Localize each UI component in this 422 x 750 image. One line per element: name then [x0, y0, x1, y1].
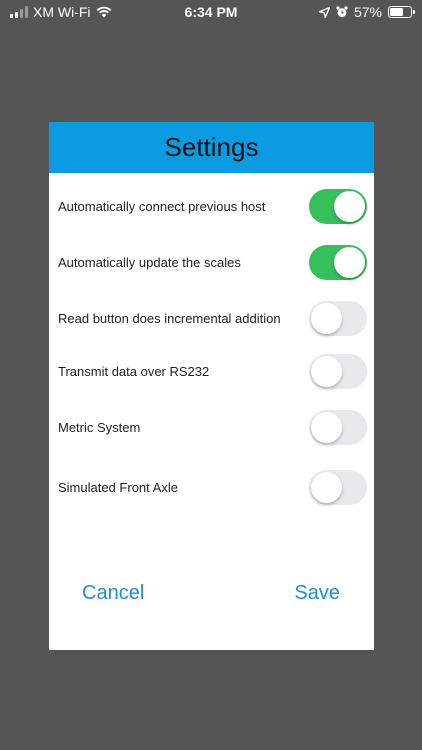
setting-label: Transmit data over RS232 [58, 363, 210, 379]
toggle-knob [311, 302, 342, 334]
setting-row-incremental-addition: Read button does incremental addition [49, 298, 374, 338]
battery-icon [388, 6, 415, 18]
setting-row-auto-update-scales: Automatically update the scales [49, 242, 374, 282]
toggle-knob [334, 190, 365, 222]
toggle-knob [311, 471, 342, 503]
settings-dialog: Settings Automatically connect previous … [49, 122, 374, 650]
dialog-footer: Cancel Save [49, 558, 374, 650]
battery-percentage: 57% [353, 4, 382, 20]
toggle-knob [311, 411, 342, 443]
toggle-incremental-addition[interactable] [309, 300, 367, 336]
screen: XM Wi-Fi 6:34 PM 57% Settings Automatica… [0, 0, 422, 750]
setting-row-auto-connect: Automatically connect previous host [49, 186, 374, 226]
toggle-knob [311, 355, 342, 387]
alarm-clock-icon [336, 6, 348, 18]
cancel-button[interactable]: Cancel [82, 582, 144, 605]
save-button[interactable]: Save [294, 582, 340, 605]
toggle-simulated-front-axle[interactable] [309, 469, 367, 505]
setting-row-simulated-front-axle: Simulated Front Axle [49, 467, 374, 507]
location-arrow-icon [318, 6, 330, 18]
toggle-metric-system[interactable] [309, 409, 367, 445]
setting-label: Metric System [58, 419, 141, 435]
dialog-header: Settings [49, 122, 374, 173]
battery-fill [390, 8, 403, 16]
toggle-auto-update-scales[interactable] [309, 244, 367, 280]
setting-label: Automatically connect previous host [58, 198, 266, 214]
setting-row-transmit-rs232: Transmit data over RS232 [49, 351, 374, 391]
toggle-auto-connect[interactable] [309, 188, 367, 224]
status-right: 57% [318, 4, 415, 20]
toggle-knob [334, 246, 365, 278]
setting-label: Automatically update the scales [58, 254, 241, 270]
toggle-transmit-rs232[interactable] [309, 353, 367, 389]
setting-label: Simulated Front Axle [58, 479, 178, 495]
setting-row-metric-system: Metric System [49, 407, 374, 447]
status-bar: XM Wi-Fi 6:34 PM 57% [0, 0, 422, 26]
setting-label: Read button does incremental addition [58, 310, 281, 326]
dialog-title: Settings [164, 132, 259, 162]
